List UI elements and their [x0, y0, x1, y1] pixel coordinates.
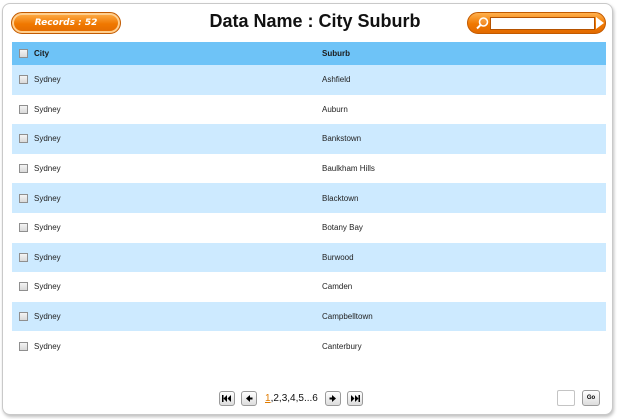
row-checkbox[interactable] [18, 104, 28, 114]
search-icon[interactable] [475, 16, 490, 31]
table-row[interactable]: Sydney Canterbury [12, 331, 606, 361]
table-row[interactable]: Sydney Ashfield [12, 65, 606, 95]
row-checkbox[interactable] [18, 341, 28, 351]
first-page-button[interactable] [219, 390, 235, 406]
row-checkbox[interactable] [18, 164, 28, 174]
prev-page-button[interactable] [241, 390, 257, 406]
page-links: 1, 2, 3, 4, 5... 6 [265, 392, 318, 404]
next-page-icon [329, 394, 336, 402]
cell-suburb: Campbelltown [322, 312, 373, 322]
cell-city: Sydney [34, 312, 61, 322]
cell-city: Sydney [34, 193, 61, 203]
row-checkbox[interactable] [18, 312, 28, 322]
table-row[interactable]: Sydney Campbelltown [12, 301, 606, 332]
select-all-checkbox[interactable] [18, 49, 28, 58]
pagination: 1, 2, 3, 4, 5... 6 [219, 390, 369, 406]
search-submit-arrow-icon[interactable] [596, 17, 604, 29]
column-header-city[interactable]: City [34, 49, 322, 58]
cell-suburb: Baulkham Hills [322, 164, 375, 174]
cell-suburb: Camden [322, 282, 353, 292]
records-count-label: Records : 52 [34, 18, 98, 28]
page-link-4[interactable]: 4 [290, 393, 296, 404]
last-page-button[interactable] [346, 390, 363, 406]
cell-city: Sydney [34, 75, 61, 85]
search-input[interactable] [490, 17, 595, 30]
page-link-2[interactable]: 2 [273, 393, 279, 404]
next-page-button[interactable] [324, 390, 341, 406]
table-row[interactable]: Sydney Botany Bay [12, 212, 606, 243]
data-grid: City Suburb Sydney Ashfield Sydney Aubur… [12, 42, 606, 361]
page-title: Data Name : City Suburb [209, 11, 421, 31]
table-row[interactable]: Sydney Auburn [12, 94, 606, 125]
records-count-badge: Records : 52 [11, 12, 121, 34]
cell-suburb: Canterbury [322, 341, 362, 351]
table-row[interactable]: Sydney Burwood [12, 242, 606, 273]
column-header-suburb[interactable]: Suburb [322, 49, 606, 58]
grid-header-row: City Suburb [12, 42, 606, 65]
cell-suburb: Ashfield [322, 75, 351, 85]
cell-suburb: Auburn [322, 104, 348, 114]
page-link-1[interactable]: 1 [265, 393, 271, 404]
cell-city: Sydney [34, 134, 61, 144]
cell-suburb: Blacktown [322, 193, 359, 203]
table-row[interactable]: Sydney Bankstown [12, 124, 606, 154]
row-checkbox[interactable] [18, 193, 28, 203]
cell-suburb: Burwood [322, 252, 354, 262]
cell-city: Sydney [34, 282, 61, 292]
goto-page-input[interactable] [557, 390, 575, 406]
page-ellipsis: ... [303, 392, 313, 404]
prev-page-icon [246, 394, 253, 402]
row-checkbox[interactable] [18, 223, 28, 233]
cell-city: Sydney [34, 223, 61, 233]
cell-suburb: Bankstown [322, 134, 362, 144]
row-checkbox[interactable] [18, 75, 28, 85]
go-button[interactable]: Go [582, 390, 600, 406]
cell-city: Sydney [34, 164, 61, 174]
row-checkbox[interactable] [18, 252, 28, 262]
table-row[interactable]: Sydney Baulkham Hills [12, 153, 606, 184]
cell-city: Sydney [34, 341, 61, 351]
cell-city: Sydney [34, 104, 61, 114]
row-checkbox[interactable] [18, 134, 28, 144]
page-link-6[interactable]: 6 [312, 393, 318, 404]
last-page-icon [350, 394, 360, 402]
first-page-icon [222, 394, 231, 402]
cell-city: Sydney [34, 252, 61, 262]
table-row[interactable]: Sydney Blacktown [12, 183, 606, 213]
search-box [467, 12, 606, 34]
page-link-3[interactable]: 3 [282, 393, 288, 404]
row-checkbox[interactable] [18, 282, 28, 292]
cell-suburb: Botany Bay [322, 223, 363, 233]
table-row[interactable]: Sydney Camden [12, 272, 606, 302]
